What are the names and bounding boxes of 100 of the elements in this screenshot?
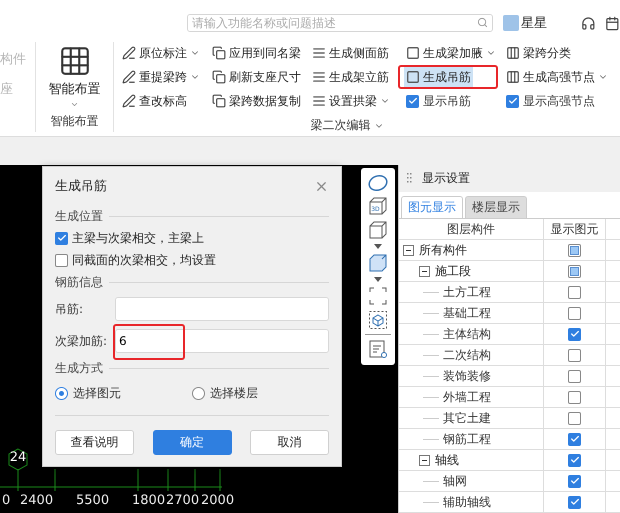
option-checkbox[interactable]: 主梁与次梁相交，主梁上 bbox=[55, 227, 329, 249]
collapse-toggle[interactable] bbox=[419, 266, 430, 276]
tool-icon bbox=[312, 94, 326, 108]
avatar-icon bbox=[502, 15, 519, 31]
collapse-toggle[interactable] bbox=[403, 244, 414, 256]
tree-label: 外墙工程 bbox=[423, 388, 491, 406]
tree-label: 辅助轴线 bbox=[423, 494, 491, 510]
caret-icon bbox=[374, 244, 382, 249]
checkbox[interactable] bbox=[568, 474, 581, 488]
tool-icon bbox=[406, 46, 420, 60]
checkbox[interactable] bbox=[568, 328, 581, 340]
search-icon bbox=[476, 17, 488, 28]
checkbox[interactable] bbox=[568, 244, 581, 256]
caret-icon bbox=[374, 277, 382, 282]
tool-icon bbox=[212, 70, 226, 84]
field-label: 吊筋: bbox=[55, 300, 84, 318]
checkbox[interactable] bbox=[568, 348, 581, 362]
checkbox[interactable] bbox=[55, 254, 68, 266]
checkbox[interactable] bbox=[55, 232, 68, 244]
dimension-label: 0 bbox=[2, 493, 10, 508]
drag-handle-icon[interactable] bbox=[407, 173, 412, 184]
radio-option[interactable]: 选择楼层 bbox=[192, 384, 329, 402]
tree-label: 钢筋工程 bbox=[423, 430, 491, 448]
dialog-title: 生成吊筋 bbox=[55, 178, 107, 195]
dialog-button[interactable]: 查看说明 bbox=[55, 430, 134, 455]
option-checkbox[interactable]: 同截面的次梁相交，均设置 bbox=[55, 249, 329, 271]
tab[interactable]: 楼层显示 bbox=[465, 196, 527, 218]
tool-icon bbox=[506, 46, 520, 60]
ribbon-button[interactable]: 生成吊筋 bbox=[404, 67, 473, 87]
radio-option[interactable]: 选择图元 bbox=[55, 384, 192, 402]
ribbon-button[interactable]: 梁跨分类 bbox=[504, 43, 573, 63]
cube-icon bbox=[368, 253, 388, 273]
ribbon-button[interactable]: 刷新支座尺寸 bbox=[210, 67, 303, 87]
checkbox[interactable] bbox=[568, 432, 581, 446]
tree-label: 基础工程 bbox=[423, 304, 491, 322]
dimension-label: 2400 bbox=[20, 493, 54, 508]
checkbox[interactable] bbox=[506, 94, 519, 108]
headset-icon bbox=[580, 16, 596, 30]
axis-label: 24 bbox=[8, 450, 28, 465]
checkbox[interactable] bbox=[568, 390, 581, 404]
checkbox[interactable] bbox=[568, 412, 581, 424]
show-option-checkbox[interactable]: 显示高强节点 bbox=[504, 92, 595, 110]
selection-frame-icon bbox=[368, 286, 388, 306]
tree-label: 施工段 bbox=[435, 262, 471, 280]
ribbon-button[interactable]: 重提梁跨 bbox=[120, 67, 202, 87]
tree-label: 轴线 bbox=[435, 452, 459, 468]
group-label: 梁二次编辑 bbox=[310, 117, 370, 134]
calendar-icon bbox=[605, 16, 620, 30]
group-label: 智能布置 bbox=[50, 113, 98, 130]
section-title: 生成位置 bbox=[55, 208, 103, 224]
dimension-label: 2000 bbox=[201, 493, 234, 508]
ribbon-button[interactable]: 生成侧面筋 bbox=[310, 43, 391, 63]
tool-icon bbox=[122, 94, 136, 108]
tool-icon bbox=[212, 94, 226, 108]
sphere-icon bbox=[367, 174, 389, 192]
section-title: 钢筋信息 bbox=[55, 274, 103, 290]
tab[interactable]: 图元显示 bbox=[401, 196, 463, 218]
ribbon-button[interactable]: 原位标注 bbox=[120, 43, 202, 63]
ribbon-button[interactable]: 应用到同名梁 bbox=[210, 43, 303, 63]
tool-icon bbox=[406, 70, 420, 84]
tree-label: 主体结构 bbox=[423, 326, 491, 342]
checkbox[interactable] bbox=[568, 496, 581, 508]
column-header: 图层构件 bbox=[399, 219, 544, 239]
tree-label: 装饰装修 bbox=[423, 368, 491, 384]
tool-icon bbox=[122, 70, 136, 84]
dimension-label: 5500 bbox=[76, 493, 110, 508]
section-title: 生成方式 bbox=[55, 360, 103, 376]
dimension-label: 1800 bbox=[132, 493, 166, 508]
dashed-cube-icon bbox=[368, 310, 388, 330]
panel-title: 显示设置 bbox=[422, 170, 470, 187]
tool-icon bbox=[506, 70, 520, 84]
checkbox[interactable] bbox=[568, 370, 581, 382]
user-name[interactable]: 星星 bbox=[520, 14, 547, 32]
tree-label: 所有构件 bbox=[419, 242, 467, 258]
dialog-button[interactable]: 取消 bbox=[250, 430, 329, 455]
show-option-checkbox[interactable]: 显示吊筋 bbox=[404, 92, 471, 110]
ribbon-button[interactable]: 梁跨数据复制 bbox=[210, 91, 303, 111]
checkbox[interactable] bbox=[568, 454, 581, 466]
ribbon-button[interactable]: 生成架立筋 bbox=[310, 67, 391, 87]
ribbon-button[interactable]: 生成高强节点 bbox=[504, 67, 610, 87]
tree-label: 轴网 bbox=[423, 472, 467, 490]
checkbox[interactable] bbox=[406, 94, 419, 108]
smart-layout-button[interactable]: 智能布置 bbox=[48, 44, 100, 109]
input-field[interactable] bbox=[115, 297, 329, 321]
checkbox[interactable] bbox=[568, 286, 581, 298]
checkbox[interactable] bbox=[568, 264, 581, 278]
ribbon-button[interactable]: 查改标高 bbox=[120, 91, 189, 111]
checkbox[interactable] bbox=[568, 306, 581, 320]
ribbon-button[interactable]: 设置拱梁 bbox=[310, 91, 392, 111]
cube-icon bbox=[368, 220, 388, 240]
input-field[interactable]: 6 bbox=[115, 329, 329, 353]
collapse-toggle[interactable] bbox=[419, 454, 430, 466]
tool-icon bbox=[312, 70, 326, 84]
dialog-button[interactable]: 确定 bbox=[152, 430, 232, 455]
search-field[interactable]: 请输入功能名称或问题描述 bbox=[187, 14, 493, 32]
column-header: 显示图元 bbox=[544, 219, 606, 239]
tool-icon bbox=[122, 46, 136, 60]
dimension-label: 2700 bbox=[166, 493, 200, 508]
ribbon-button[interactable]: 生成梁加腋 bbox=[404, 43, 498, 63]
tool-icon bbox=[312, 46, 326, 60]
